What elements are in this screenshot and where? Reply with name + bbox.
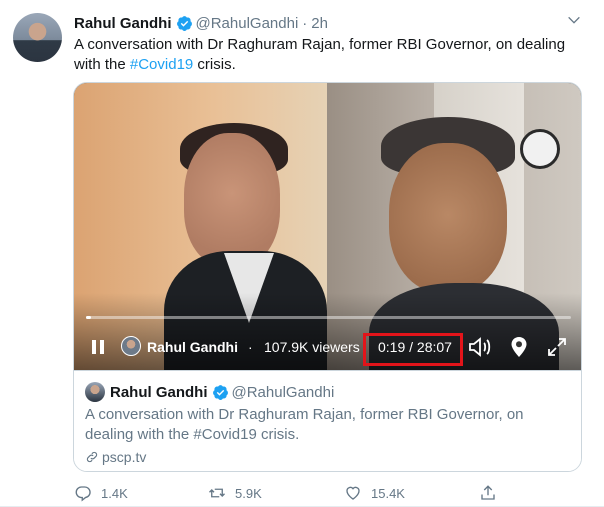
like-button[interactable]: 15.4K [344, 483, 405, 503]
tweet-header: Rahul Gandhi @RahulGandhi · 2h [74, 12, 328, 34]
tweet[interactable]: Rahul Gandhi @RahulGandhi · 2h A convers… [0, 0, 604, 507]
author-name[interactable]: Rahul Gandhi [74, 15, 172, 32]
reply-button[interactable]: 1.4K [74, 483, 128, 503]
video-controls: Rahul Gandhi · 107.9K viewers 0:19 / 28:… [74, 333, 581, 366]
video-background-clock [520, 129, 560, 169]
tweet-timestamp[interactable]: 2h [311, 15, 328, 32]
card-link[interactable]: pscp.tv [85, 448, 146, 466]
verified-badge-icon [176, 15, 192, 31]
retweet-icon [209, 488, 225, 498]
card-author-avatar [85, 382, 105, 402]
tweet-actions: 1.4K 5.9K 15.4K [74, 483, 574, 503]
video-progress-bar[interactable] [86, 316, 571, 319]
like-count: 15.4K [371, 485, 405, 501]
chevron-down-icon[interactable] [566, 12, 582, 28]
tweet-text-end: crisis. [193, 56, 236, 73]
reply-count: 1.4K [101, 485, 128, 501]
expand-icon[interactable] [547, 337, 567, 357]
hashtag-link[interactable]: #Covid19 [130, 56, 193, 73]
header-separator: · [302, 14, 308, 32]
link-icon [86, 451, 98, 463]
tweet-text: A conversation with Dr Raghuram Rajan, f… [74, 35, 589, 75]
video-timecode: 0:19 / 28:07 [378, 339, 452, 355]
reply-icon [75, 486, 91, 502]
broadcaster-avatar[interactable] [121, 336, 141, 356]
pause-icon[interactable] [90, 339, 106, 355]
broadcaster-name[interactable]: Rahul Gandhi [147, 339, 238, 355]
video-player[interactable]: Rahul Gandhi · 107.9K viewers 0:19 / 28:… [74, 83, 581, 370]
retweet-button[interactable]: 5.9K [208, 483, 262, 503]
media-card[interactable]: Rahul Gandhi · 107.9K viewers 0:19 / 28:… [73, 82, 582, 472]
periscope-pin-icon[interactable] [510, 336, 528, 358]
volume-icon[interactable] [468, 336, 492, 358]
video-progress-fill [86, 316, 92, 319]
author-avatar[interactable] [13, 13, 62, 62]
card-description: A conversation with Dr Raghuram Rajan, f… [85, 406, 524, 443]
video-person-right [389, 143, 507, 293]
card-author-handle: @RahulGandhi [231, 383, 335, 401]
video-person-left [184, 133, 280, 267]
author-handle[interactable]: @RahulGandhi [196, 15, 299, 32]
card-header: Rahul Gandhi @RahulGandhi [110, 382, 334, 402]
card-author-name: Rahul Gandhi [110, 383, 208, 401]
verified-badge-icon [212, 384, 228, 400]
card-link-domain[interactable]: pscp.tv [102, 449, 146, 465]
retweet-count: 5.9K [235, 485, 262, 501]
card-meta[interactable]: Rahul Gandhi @RahulGandhi A conversation… [74, 370, 581, 471]
share-icon [481, 485, 495, 500]
viewer-count: 107.9K viewers [264, 339, 360, 355]
viewers-separator: · [248, 339, 253, 355]
like-icon [346, 486, 360, 500]
share-button[interactable] [479, 483, 506, 503]
